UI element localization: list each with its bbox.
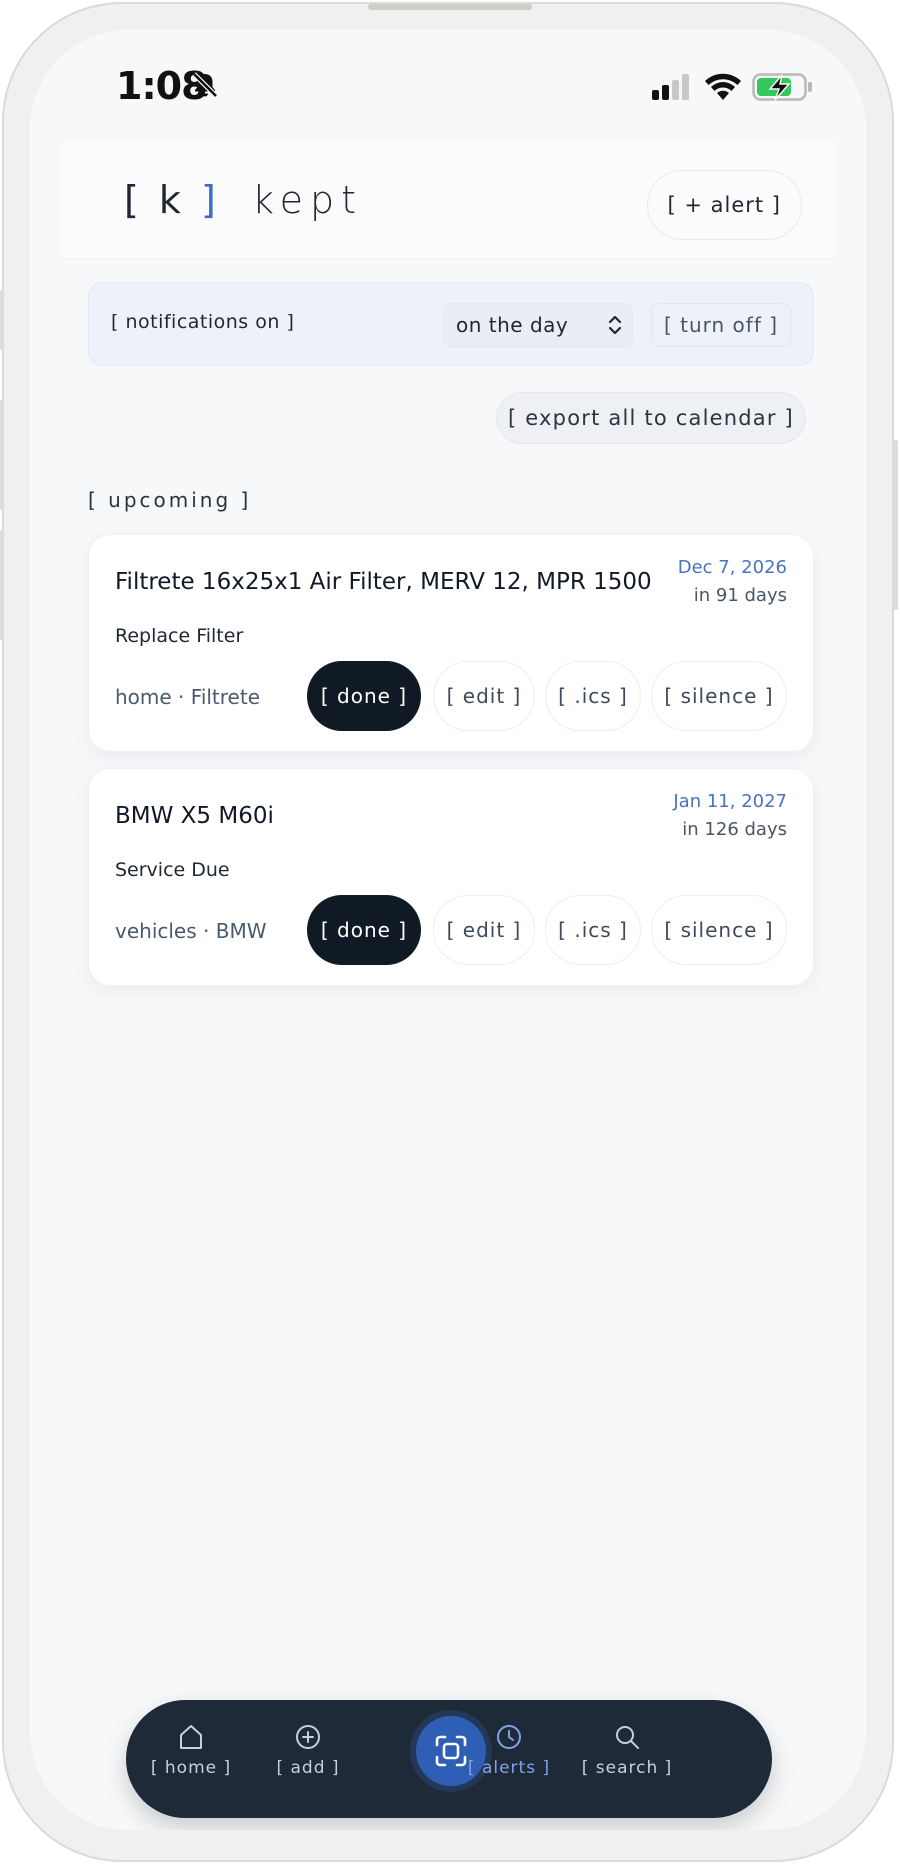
done-button[interactable]: [ done ] (307, 661, 421, 731)
alert-card[interactable]: BMW X5 M60i Jan 11, 2027 in 126 days Ser… (88, 768, 814, 986)
alert-card[interactable]: Filtrete 16x25x1 Air Filter, MERV 12, MP… (88, 534, 814, 752)
logo-bracket-close: ] (201, 178, 220, 222)
logo-bracket-open: [ (124, 178, 143, 222)
add-alert-button[interactable]: [ + alert ] (646, 170, 802, 240)
edit-button[interactable]: [ edit ] (433, 661, 535, 731)
home-icon (180, 1725, 202, 1749)
logo-letter: k (158, 178, 185, 222)
battery-charging-icon (752, 73, 812, 101)
card-meta: vehicles · BMW (115, 919, 267, 943)
screen: 1:08 [ k ] kept [+ alert] [notificati… (30, 30, 866, 1830)
nav-alerts-label: [ alerts ] (467, 1758, 551, 1778)
notification-timing-select[interactable]: on the day (443, 303, 633, 347)
nav-home[interactable]: [ home ] (136, 1722, 246, 1778)
turn-off-notifications-button[interactable]: [ turn off ] (651, 303, 791, 347)
status-icons (652, 72, 814, 102)
card-date: Dec 7, 2026 (677, 557, 787, 578)
card-title: Filtrete 16x25x1 Air Filter, MERV 12, MP… (115, 569, 652, 595)
done-button[interactable]: [ done ] (307, 895, 421, 965)
nav-add[interactable]: [ add ] (253, 1722, 363, 1778)
side-button (0, 290, 4, 350)
notifications-status: [ notifications on ] (111, 311, 295, 333)
power-button (894, 440, 898, 610)
section-title-upcoming: [ upcoming ] (88, 488, 252, 512)
card-task: Service Due (115, 859, 230, 881)
bottom-nav: [ home ] [ add ] [ alerts ] [search] (126, 1700, 772, 1818)
volume-up-button (0, 400, 4, 510)
app-logo[interactable]: [ k ] kept (124, 178, 363, 222)
card-date: Jan 11, 2027 (673, 791, 787, 812)
phone-top-edge (368, 4, 532, 10)
chevron-up-down-icon (608, 315, 622, 335)
ics-button[interactable]: [ .ics ] (545, 661, 641, 731)
nav-add-label: [ add ] (276, 1758, 340, 1778)
nav-search[interactable]: [ search ] (572, 1722, 682, 1778)
notifications-banner: [ notifications on ] on the day [ turn o… (88, 282, 814, 366)
signal-icon (652, 74, 689, 100)
card-meta: home · Filtrete (115, 685, 261, 709)
card-relative-time: in 126 days (682, 819, 787, 840)
notification-timing-value: on the day (456, 313, 569, 337)
card-relative-time: in 91 days (693, 585, 787, 606)
wifi-icon (705, 73, 741, 100)
nav-search-label: [ search ] (581, 1758, 673, 1778)
volume-down-button (0, 530, 4, 640)
export-calendar-button[interactable]: [ export all to calendar ] (496, 392, 806, 444)
nav-home-label: [ home ] (150, 1758, 232, 1778)
app-header: [ k ] kept [ + alert ] (62, 142, 836, 259)
ics-button[interactable]: [ .ics ] (545, 895, 641, 965)
bell-slash-icon (192, 72, 218, 98)
edit-button[interactable]: [ edit ] (433, 895, 535, 965)
silence-button[interactable]: [ silence ] (651, 661, 787, 731)
clock-icon (497, 1725, 521, 1749)
logo-word: kept (251, 178, 364, 222)
card-task: Replace Filter (115, 625, 244, 647)
card-title: BMW X5 M60i (115, 803, 274, 829)
silence-button[interactable]: [ silence ] (651, 895, 787, 965)
nav-alerts[interactable]: [ alerts ] (454, 1722, 564, 1778)
plus-circle-icon (296, 1725, 320, 1749)
search-icon (616, 1726, 639, 1749)
